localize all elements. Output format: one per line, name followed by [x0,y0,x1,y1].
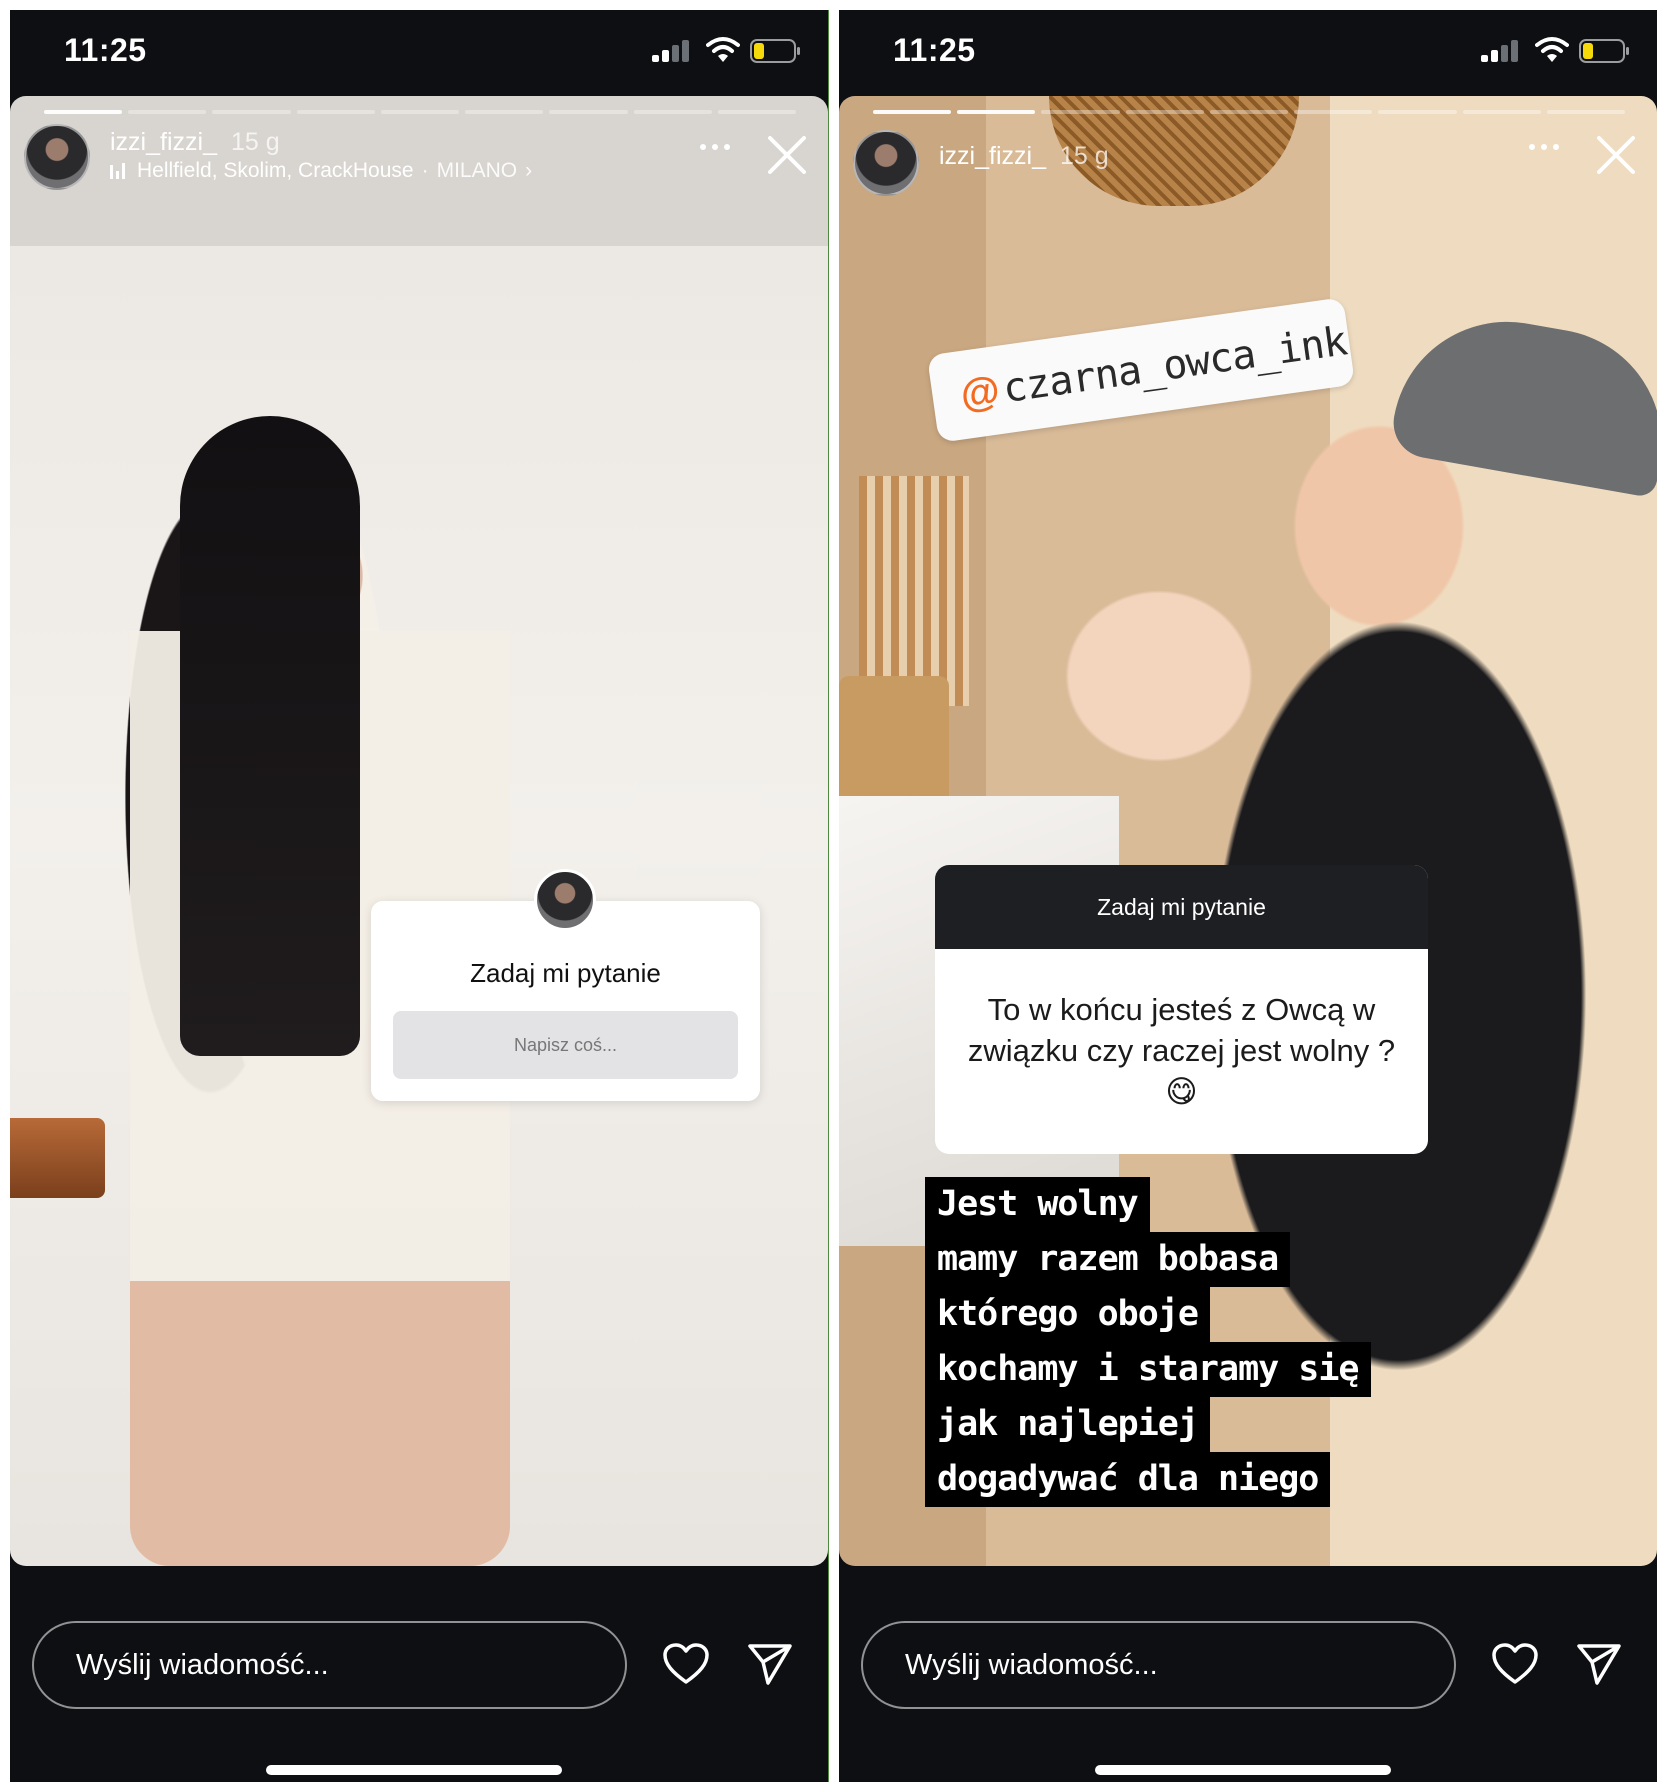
question-input[interactable]: Napisz coś... [393,1011,738,1079]
time-ago: 15 g [1059,142,1109,170]
photo-shelf [10,1118,105,1198]
more-dots-icon[interactable] [700,144,736,154]
home-indicator [266,1765,562,1775]
avatar[interactable] [24,124,90,190]
message-input[interactable]: Wyślij wiadomość... [861,1621,1456,1709]
question-card: Zadaj mi pytanie To w końcu jesteś z Owc… [935,865,1428,1154]
send-icon[interactable] [1575,1642,1623,1686]
music-location-row[interactable]: Hellfield, Skolim, CrackHouse · MILANO › [110,159,532,183]
answer-line: mamy razem bobasa [925,1232,1291,1287]
separator: · [421,159,429,182]
status-time: 11:25 [64,32,147,68]
wifi-icon [1535,37,1569,62]
battery-icon [1579,39,1629,63]
signal-icon [652,40,692,62]
wifi-icon [706,37,740,62]
story-content[interactable]: izzi_fizzi_ 15 g @ czarna_owca_ink Zadaj … [839,96,1657,1566]
phone-screen-left: 11:25 izzi_fizzi_ 15 g Hellfield, Skolim… [10,10,828,1782]
avatar [534,869,596,931]
time-ago: 15 g [230,128,280,156]
heart-icon[interactable] [662,1642,710,1686]
answer-line: kochamy i staramy się [925,1342,1371,1397]
phone-screen-right: 11:25 izzi_fizzi_ 15 g @ czarna_owca_ink… [839,10,1657,1782]
photo-hair [180,416,360,1056]
reply-bar: Wyślij wiadomość... [839,1566,1657,1782]
signal-icon [1481,40,1521,62]
close-icon[interactable] [1595,134,1637,176]
photo-wall-slats [859,476,969,706]
answer-line: jak najlepiej [925,1397,1210,1452]
story-progress-bar [873,110,1625,114]
story-content[interactable]: izzi_fizzi_ 15 g Hellfield, Skolim, Crack… [10,96,828,1566]
answer-text: Jest wolny mamy razem bobasa którego obo… [925,1177,1371,1507]
answer-line: którego oboje [925,1287,1210,1342]
location-name[interactable]: MILANO [437,159,518,183]
status-time: 11:25 [893,32,976,68]
music-title[interactable]: Hellfield, Skolim, CrackHouse [137,159,414,183]
battery-icon [750,39,800,63]
question-card-title: Zadaj mi pytanie [935,865,1428,949]
username[interactable]: izzi_fizzi_ [939,142,1046,170]
screenshot-divider [828,10,829,1782]
avatar[interactable] [853,130,919,196]
chevron-right-icon: › [525,159,533,182]
send-icon[interactable] [746,1642,794,1686]
answer-line: Jest wolny [925,1177,1150,1232]
music-bars-icon [110,163,125,179]
more-dots-icon[interactable] [1529,144,1565,154]
story-progress-bar [44,110,796,114]
photo-cap [1388,303,1657,499]
answer-line: dogadywać dla niego [925,1452,1331,1507]
home-indicator [1095,1765,1391,1775]
close-icon[interactable] [766,134,808,176]
question-title: Zadaj mi pytanie [470,958,661,988]
story-photo [10,96,828,1566]
username[interactable]: izzi_fizzi_ [110,128,217,156]
heart-icon[interactable] [1491,1642,1539,1686]
mention-at-icon: @ [957,367,1003,417]
reply-bar: Wyślij wiadomość... [10,1566,828,1782]
question-sticker[interactable]: Zadaj mi pytanie Napisz coś... [371,869,760,1101]
status-bar: 11:25 [839,10,1657,96]
message-input[interactable]: Wyślij wiadomość... [32,1621,627,1709]
question-card-text: To w końcu jesteś z Owcą w związku czy r… [967,992,1396,1109]
status-bar: 11:25 [10,10,828,96]
